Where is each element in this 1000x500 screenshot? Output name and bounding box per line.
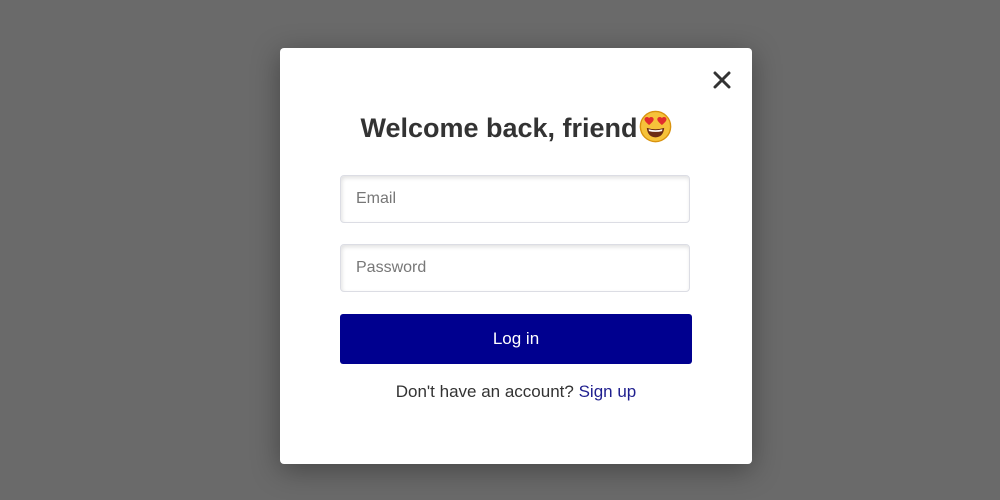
modal-title: Welcome back, friend (360, 113, 638, 143)
smiling-face-with-heart-eyes-icon (639, 111, 671, 143)
login-button[interactable]: Log in (340, 314, 692, 364)
password-field[interactable] (340, 244, 690, 292)
modal-title-row: Welcome back, friend (280, 110, 752, 146)
signup-prompt: Don't have an account? (395, 382, 574, 401)
close-icon (713, 71, 731, 89)
signup-line: Don't have an account? Sign up (280, 382, 752, 402)
login-modal: Welcome back, friend Log in Don't have a… (280, 48, 752, 464)
signup-link[interactable]: Sign up (579, 382, 637, 401)
close-button[interactable] (710, 68, 734, 92)
email-field[interactable] (340, 175, 690, 223)
